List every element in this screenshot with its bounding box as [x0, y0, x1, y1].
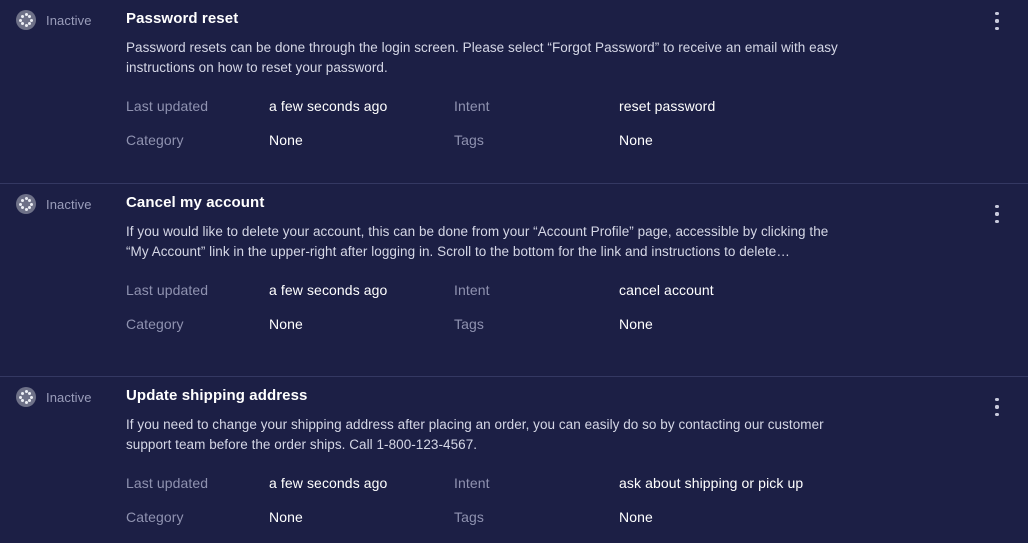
faq-title: Cancel my account [126, 194, 265, 211]
tags-value: None [619, 316, 653, 332]
status-column: Inactive [0, 184, 126, 214]
status-badge: Inactive [46, 196, 92, 212]
faq-card-body: Password reset Password resets can be do… [126, 0, 1028, 148]
category-label: Category [126, 509, 184, 525]
faq-card-body: Cancel my account If you would like to d… [126, 184, 1028, 332]
faq-card[interactable]: Inactive Password reset Password resets … [0, 0, 1028, 184]
faq-description: If you would like to delete your account… [126, 224, 829, 259]
intent-label: Intent [454, 98, 490, 114]
category-label: Category [126, 132, 184, 148]
tags-label: Tags [454, 132, 484, 148]
status-badge: Inactive [46, 12, 92, 28]
last-updated-label: Last updated [126, 475, 209, 491]
faq-card[interactable]: Inactive Update shipping address If you … [0, 377, 1028, 543]
status-badge: Inactive [46, 389, 92, 405]
tags-label: Tags [454, 316, 484, 332]
tags-value: None [619, 132, 653, 148]
more-vertical-icon[interactable] [986, 203, 1008, 225]
faq-description: Password resets can be done through the … [126, 40, 838, 75]
faq-description: If you need to change your shipping addr… [126, 417, 824, 452]
status-column: Inactive [0, 377, 126, 407]
last-updated-value: a few seconds ago [269, 475, 388, 491]
faq-list: Inactive Password reset Password resets … [0, 0, 1028, 543]
pending-circle-icon [16, 10, 36, 30]
faq-metadata: Last updated a few seconds ago Intent ca… [126, 282, 968, 332]
category-value: None [269, 316, 303, 332]
intent-value: reset password [619, 98, 716, 114]
last-updated-value: a few seconds ago [269, 282, 388, 298]
faq-title: Update shipping address [126, 387, 308, 404]
last-updated-label: Last updated [126, 98, 209, 114]
faq-metadata: Last updated a few seconds ago Intent re… [126, 98, 968, 148]
category-label: Category [126, 316, 184, 332]
tags-value: None [619, 509, 653, 525]
intent-value: cancel account [619, 282, 714, 298]
category-value: None [269, 509, 303, 525]
tags-label: Tags [454, 509, 484, 525]
category-value: None [269, 132, 303, 148]
intent-label: Intent [454, 475, 490, 491]
more-vertical-icon[interactable] [986, 10, 1008, 32]
status-column: Inactive [0, 0, 126, 30]
intent-value: ask about shipping or pick up [619, 475, 804, 491]
more-vertical-icon[interactable] [986, 396, 1008, 418]
pending-circle-icon [16, 387, 36, 407]
faq-card-body: Update shipping address If you need to c… [126, 377, 1028, 525]
pending-circle-icon [16, 194, 36, 214]
faq-card[interactable]: Inactive Cancel my account If you would … [0, 184, 1028, 377]
faq-metadata: Last updated a few seconds ago Intent as… [126, 475, 968, 525]
intent-label: Intent [454, 282, 490, 298]
last-updated-label: Last updated [126, 282, 209, 298]
last-updated-value: a few seconds ago [269, 98, 388, 114]
faq-title: Password reset [126, 10, 239, 27]
